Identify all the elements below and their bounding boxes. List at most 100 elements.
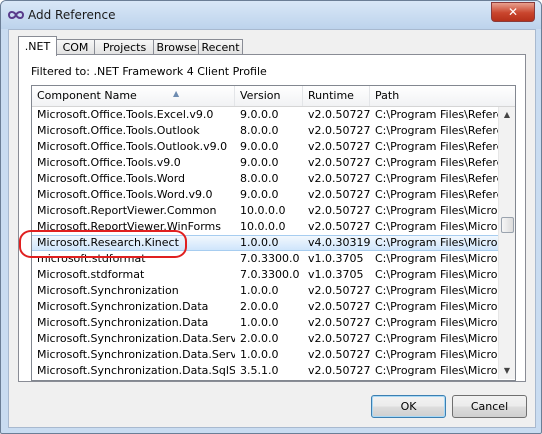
version-cell: 7.0.3300.0 [240, 252, 300, 265]
component-name-cell: Microsoft.Synchronization.Data [37, 316, 209, 329]
runtime-cell: v2.0.50727 [308, 204, 370, 217]
close-icon: ✕ [507, 5, 519, 19]
tab-browse[interactable]: Browse [153, 39, 200, 55]
version-cell: 1.0.0.0 [240, 316, 279, 329]
tab-projects[interactable]: Projects [94, 39, 155, 55]
table-row[interactable]: Microsoft.Synchronization.Data 1.0.0.0 v2.… [32, 315, 499, 331]
vertical-scrollbar[interactable]: ▲ ▼ [498, 107, 515, 379]
table-row[interactable]: Microsoft.Office.Tools.Word.v9.0 9.0.0.0 v… [32, 187, 499, 203]
tab-recent[interactable]: Recent [198, 39, 243, 55]
cancel-button[interactable]: Cancel [452, 395, 527, 418]
runtime-cell: v2.0.50727 [308, 364, 370, 377]
title-bar[interactable]: Add Reference ✕ [1, 1, 541, 29]
list-header: Component Name ▲ Version Runtime Path [32, 86, 515, 107]
runtime-cell: v2.0.50727 [308, 188, 370, 201]
component-name-cell: Microsoft.stdformat [37, 268, 145, 281]
dialog-body: .NET COM Projects Browse Recent Filtered… [8, 29, 536, 428]
component-name-cell: Microsoft.Synchronization.Data.SqlServer… [37, 364, 235, 377]
visual-studio-icon [8, 11, 24, 19]
runtime-cell: v2.0.50727 [308, 108, 370, 121]
table-row[interactable]: Microsoft.Office.Tools.Outlook.v9.0 9.0.0… [32, 139, 499, 155]
close-button[interactable]: ✕ [491, 2, 535, 22]
version-cell: 7.0.3300.0 [240, 268, 300, 281]
runtime-cell: v2.0.50727 [308, 300, 370, 313]
component-name-cell: Microsoft.ReportViewer.WinForms [37, 220, 222, 233]
component-name-cell: Microsoft.Office.Tools.Word [37, 172, 186, 185]
component-name-cell: Microsoft.Office.Tools.Outlook [37, 124, 200, 137]
dotnet-tab-panel: Filtered to: .NET Framework 4 Client Pro… [18, 54, 526, 382]
component-name-cell: Microsoft.Office.Tools.Excel.v9.0 [37, 108, 214, 121]
runtime-cell: v2.0.50727 [308, 332, 370, 345]
table-row[interactable]: Microsoft.Office.Tools.Excel.v9.0 9.0.0.0… [32, 107, 499, 123]
version-cell: 2.0.0.0 [240, 332, 279, 345]
version-cell: 1.0.0.0 [240, 348, 279, 361]
path-cell: C:\Program Files\Referenc... [375, 124, 499, 137]
runtime-cell: v2.0.50727 [308, 220, 370, 233]
version-cell: 1.0.0.0 [240, 284, 279, 297]
component-name-cell: microsoft.stdformat [37, 252, 146, 265]
column-header-path[interactable]: Path [370, 86, 515, 106]
version-cell: 1.0.0.0 [240, 236, 279, 249]
runtime-cell: v1.0.3705 [308, 268, 364, 281]
runtime-cell: v4.0.30319 [308, 236, 370, 249]
version-cell: 3.5.1.0 [240, 364, 279, 377]
path-cell: C:\Program Files\Referenc... [375, 156, 499, 169]
table-row[interactable]: Microsoft.Synchronization.Data.Server 1.0… [32, 347, 499, 363]
version-cell: 9.0.0.0 [240, 140, 279, 153]
component-name-cell: Microsoft.Research.Kinect [37, 236, 179, 249]
table-row[interactable]: Microsoft.ReportViewer.WinForms 10.0.0.0 v… [32, 219, 499, 235]
path-cell: C:\Program Files\Referenc... [375, 188, 499, 201]
component-list[interactable]: Component Name ▲ Version Runtime Path Mi… [31, 85, 516, 381]
component-name-cell: Microsoft.Synchronization.Data.Server [37, 348, 235, 361]
runtime-cell: v2.0.50727 [308, 140, 370, 153]
version-cell: 9.0.0.0 [240, 188, 279, 201]
version-cell: 8.0.0.0 [240, 172, 279, 185]
scrollbar-thumb[interactable] [501, 217, 514, 233]
path-cell: C:\Program Files\Referenc... [375, 172, 499, 185]
table-row[interactable]: Microsoft.Office.Tools.Word 8.0.0.0 v2.0.5… [32, 171, 499, 187]
path-cell: C:\Program Files\Referenc... [375, 108, 499, 121]
table-row-selected[interactable]: Microsoft.Research.Kinect 1.0.0.0 v4.0.303… [32, 235, 499, 251]
table-row[interactable]: Microsoft.stdformat 7.0.3300.0 v1.0.3705 C:… [32, 267, 499, 283]
component-name-cell: Microsoft.Office.Tools.Word.v9.0 [37, 188, 213, 201]
component-name-cell: Microsoft.ReportViewer.Common [37, 204, 217, 217]
table-row[interactable]: Microsoft.ReportViewer.Common 10.0.0.0 v2.… [32, 203, 499, 219]
tab-com[interactable]: COM [55, 39, 96, 55]
version-cell: 10.0.0.0 [240, 220, 286, 233]
runtime-cell: v2.0.50727 [308, 172, 370, 185]
column-header-version[interactable]: Version [235, 86, 303, 106]
path-cell: C:\Program Files\Microso... [375, 220, 499, 233]
table-row[interactable]: Microsoft.Synchronization.Data.Server 2.0… [32, 331, 499, 347]
table-row[interactable]: Microsoft.Office.Tools.Outlook 8.0.0.0 v2.… [32, 123, 499, 139]
path-cell: C:\Program Files\Microso... [375, 332, 499, 345]
sort-ascending-icon: ▲ [173, 89, 180, 98]
path-cell: C:\Program Files\Microso... [375, 316, 499, 329]
scroll-up-icon[interactable]: ▲ [499, 107, 515, 123]
runtime-cell: v2.0.50727 [308, 316, 370, 329]
table-row[interactable]: Microsoft.Synchronization 1.0.0.0 v2.0.507… [32, 283, 499, 299]
table-row[interactable]: Microsoft.Synchronization.Data 2.0.0.0 v2.… [32, 299, 499, 315]
component-name-cell: Microsoft.Synchronization.Data.Server [37, 332, 235, 345]
ok-button[interactable]: OK [371, 395, 446, 418]
scroll-down-icon[interactable]: ▼ [499, 363, 515, 379]
table-row[interactable]: Microsoft.Office.Tools.v9.0 9.0.0.0 v2.0.5… [32, 155, 499, 171]
column-header-label: Component Name [37, 89, 137, 102]
path-cell: C:\Program Files\Microso... [375, 284, 499, 297]
tab-dotnet[interactable]: .NET [18, 36, 57, 56]
component-name-cell: Microsoft.Synchronization.Data [37, 300, 209, 313]
column-header-runtime[interactable]: Runtime [303, 86, 370, 106]
version-cell: 9.0.0.0 [240, 156, 279, 169]
runtime-cell: v2.0.50727 [308, 124, 370, 137]
version-cell: 8.0.0.0 [240, 124, 279, 137]
window-title: Add Reference [28, 8, 116, 22]
filter-label: Filtered to: .NET Framework 4 Client Pro… [31, 65, 267, 78]
component-name-cell: Microsoft.Office.Tools.v9.0 [37, 156, 181, 169]
path-cell: C:\Program Files\Microso... [375, 204, 499, 217]
column-header-component-name[interactable]: Component Name ▲ [32, 86, 235, 106]
runtime-cell: v2.0.50727 [308, 156, 370, 169]
add-reference-dialog: Add Reference ✕ .NET COM Projects Browse… [0, 0, 542, 434]
table-row[interactable]: microsoft.stdformat 7.0.3300.0 v1.0.3705 C:… [32, 251, 499, 267]
component-name-cell: Microsoft.Office.Tools.Outlook.v9.0 [37, 140, 228, 153]
table-row[interactable]: Microsoft.Synchronization.Data.SqlServer… [32, 363, 499, 379]
version-cell: 10.0.0.0 [240, 204, 286, 217]
